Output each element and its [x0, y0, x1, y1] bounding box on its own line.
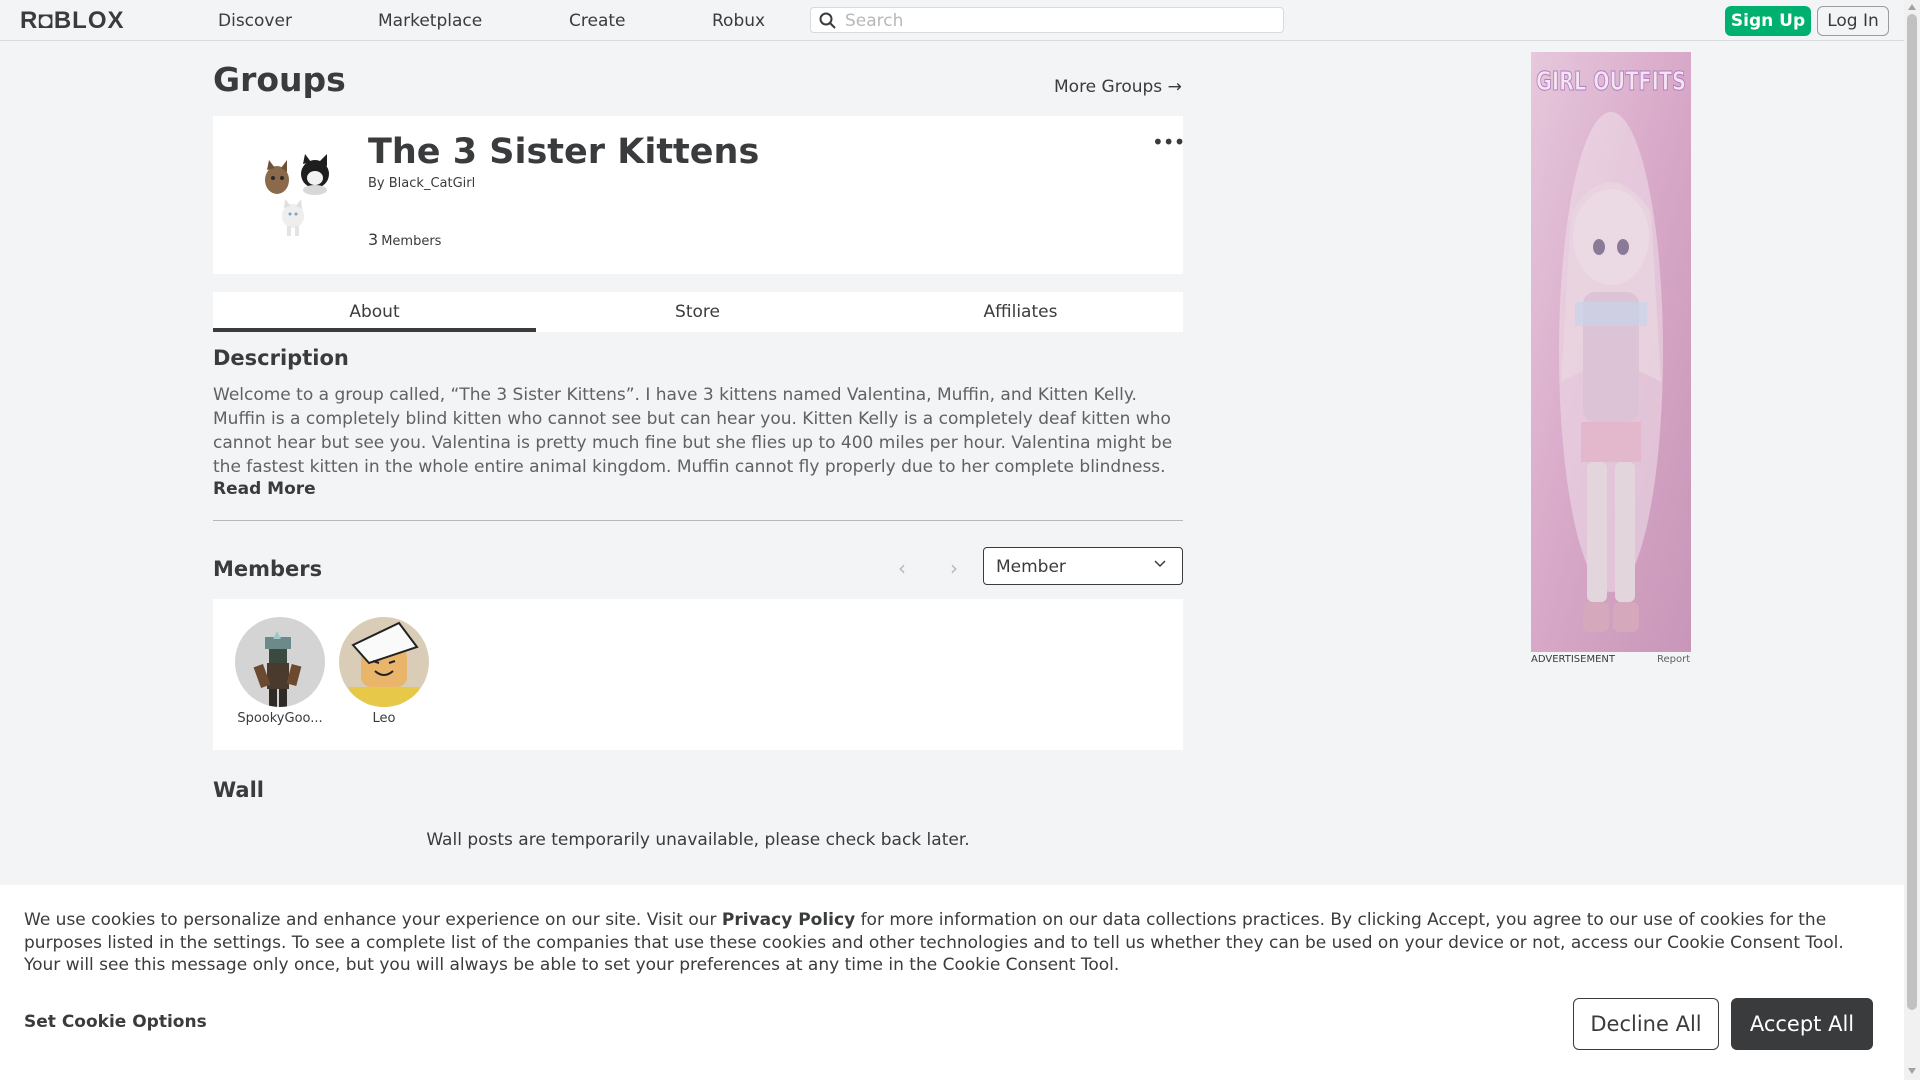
- ad-report-link[interactable]: Report: [1657, 654, 1690, 665]
- chevron-left-icon[interactable]: ‹: [898, 556, 906, 580]
- more-groups-link[interactable]: More Groups →: [1054, 77, 1182, 97]
- group-owner-prefix: By: [368, 176, 385, 191]
- group-tabs: About Store Affiliates: [213, 292, 1183, 332]
- chevron-right-icon[interactable]: ›: [950, 556, 958, 580]
- vertical-scrollbar[interactable]: [1904, 0, 1920, 1080]
- set-cookie-options-button[interactable]: Set Cookie Options: [24, 1012, 207, 1032]
- tab-affiliates[interactable]: Affiliates: [859, 292, 1182, 332]
- tab-store[interactable]: Store: [536, 292, 859, 332]
- group-name: The 3 Sister Kittens: [368, 132, 760, 172]
- roblox-logo[interactable]: R◘BLOX: [20, 7, 125, 35]
- description-heading: Description: [213, 346, 349, 370]
- group-owner-line: By Black_CatGirl: [368, 176, 475, 191]
- scroll-up-arrow-icon[interactable]: [1908, 4, 1916, 10]
- advertisement-banner[interactable]: GIRL OUTFITS: [1531, 52, 1691, 652]
- members-list: SpookyGoo... Leo: [213, 599, 1183, 750]
- member-name[interactable]: Leo: [334, 711, 434, 726]
- member-count: 3 Members: [368, 230, 441, 249]
- ad-image-text: GIRL OUTFITS: [1536, 67, 1686, 97]
- nav-create[interactable]: Create: [569, 11, 626, 31]
- group-owner-link[interactable]: Black_CatGirl: [389, 176, 475, 191]
- group-header-card: The 3 Sister Kittens By Black_CatGirl 3M…: [213, 116, 1185, 274]
- log-in-button[interactable]: Log In: [1817, 6, 1889, 36]
- wall-heading: Wall: [213, 778, 264, 802]
- chevron-down-icon: [1154, 560, 1166, 568]
- more-options-icon[interactable]: •••: [1152, 130, 1185, 154]
- accept-all-button[interactable]: Accept All: [1731, 998, 1873, 1050]
- section-divider: [213, 520, 1183, 521]
- cookie-text-before: We use cookies to personalize and enhanc…: [24, 910, 722, 930]
- member-tile[interactable]: SpookyGoo...: [230, 617, 330, 726]
- scrollbar-thumb[interactable]: [1907, 14, 1917, 1010]
- avatar[interactable]: [235, 617, 325, 707]
- nav-marketplace[interactable]: Marketplace: [378, 11, 482, 31]
- cookie-consent-banner: We use cookies to personalize and enhanc…: [0, 885, 1904, 1080]
- sign-up-button[interactable]: Sign Up: [1725, 6, 1811, 36]
- advertisement-label: ADVERTISEMENT: [1531, 654, 1616, 665]
- role-dropdown-value: Member: [996, 557, 1066, 577]
- avatar[interactable]: [339, 617, 429, 707]
- wall-unavailable-message: Wall posts are temporarily unavailable, …: [426, 830, 970, 850]
- member-name[interactable]: SpookyGoo...: [230, 711, 330, 726]
- decline-all-button[interactable]: Decline All: [1573, 998, 1719, 1050]
- nav-discover[interactable]: Discover: [218, 11, 292, 31]
- search-input[interactable]: [843, 9, 1277, 33]
- search-box: [810, 7, 1284, 33]
- members-heading: Members: [213, 557, 323, 581]
- description-text: Welcome to a group called, “The 3 Sister…: [213, 385, 1173, 477]
- scroll-down-arrow-icon[interactable]: [1908, 1068, 1916, 1074]
- cookie-message: We use cookies to personalize and enhanc…: [24, 909, 1884, 977]
- privacy-policy-link[interactable]: Privacy Policy: [722, 910, 855, 930]
- member-count-value: 3: [368, 230, 379, 249]
- page-title: Groups: [213, 60, 346, 99]
- nav-robux[interactable]: Robux: [712, 11, 765, 31]
- member-tile[interactable]: Leo: [334, 617, 434, 726]
- top-navigation-bar: R◘BLOX Discover Marketplace Create Robux…: [0, 0, 1904, 41]
- group-emblem-kittens-icon[interactable]: [255, 152, 345, 242]
- tab-about[interactable]: About: [213, 292, 536, 332]
- search-icon: [819, 12, 836, 29]
- read-more-button[interactable]: Read More: [213, 479, 316, 499]
- member-count-label: Members: [381, 234, 442, 249]
- role-dropdown[interactable]: Member: [983, 547, 1183, 585]
